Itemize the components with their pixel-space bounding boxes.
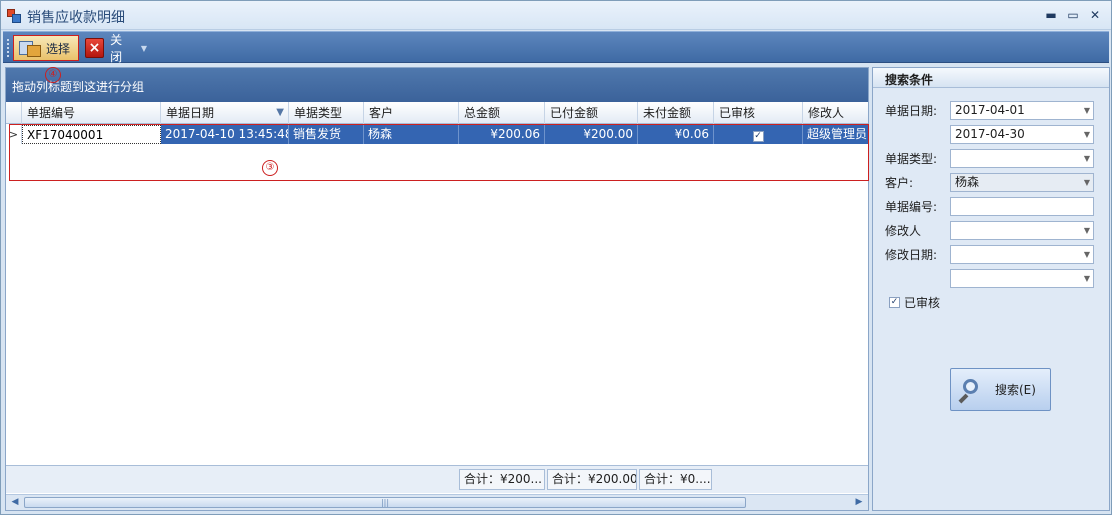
window: 销售应收款明细 ▬ ▭ ✕ 选择 × 关闭 ▼ 拖动列标题到这进行分组 单据编号… (0, 0, 1112, 515)
col-audited[interactable]: 已审核 (714, 102, 803, 124)
search-button-label: 搜索(E) (995, 383, 1036, 397)
modify-date-label: 修改日期: (885, 248, 938, 262)
chevron-down-icon[interactable]: ▼ (1084, 246, 1090, 263)
audited-filter[interactable]: ✓ 已审核 (889, 294, 940, 311)
select-button[interactable]: 选择 (13, 35, 79, 61)
col-bill-date-label: 单据日期 (166, 106, 215, 120)
horizontal-scrollbar[interactable]: ◀ ||| ▶ (6, 494, 868, 510)
col-unpaid[interactable]: 未付金额 (638, 102, 714, 124)
audited-filter-label: 已审核 (904, 296, 941, 310)
chevron-down-icon[interactable]: ▼ (1084, 270, 1090, 287)
search-button[interactable]: 搜索(E) (950, 368, 1051, 411)
annotation-marker-3: ③ (262, 160, 278, 176)
col-customer[interactable]: 客户 (364, 102, 459, 124)
app-icon (7, 9, 21, 23)
close-window-button[interactable]: ✕ (1085, 6, 1105, 24)
maximize-button[interactable]: ▭ (1063, 6, 1083, 24)
group-panel[interactable]: 拖动列标题到这进行分组 (6, 68, 868, 102)
bill-type-select[interactable]: ▼ (950, 149, 1094, 168)
select-icon (18, 38, 42, 58)
summary-paid: 合计：¥200.00 (547, 469, 637, 490)
toolbar: 选择 × 关闭 ▼ (3, 31, 1109, 64)
modify-date-from-field[interactable]: ▼ (950, 245, 1094, 264)
col-paid[interactable]: 已付金额 (545, 102, 638, 124)
bill-no-label: 单据编号: (885, 200, 938, 214)
date-from-value: 2017-04-01 (955, 103, 1025, 117)
summary-unpaid: 合计：¥0.... (639, 469, 712, 490)
chevron-down-icon[interactable]: ▼ (1084, 222, 1090, 239)
minimize-button[interactable]: ▬ (1041, 6, 1061, 24)
modifier-select[interactable]: ▼ (950, 221, 1094, 240)
bill-type-label: 单据类型: (885, 152, 938, 166)
search-panel-title: 搜索条件 (873, 68, 1109, 88)
date-to-field[interactable]: 2017-04-30 ▼ (950, 125, 1094, 144)
customer-value: 杨森 (955, 175, 980, 189)
summary-footer: 合计：¥200... 合计：¥200.00 合计：¥0.... (6, 465, 868, 493)
customer-label: 客户: (885, 176, 914, 190)
col-total[interactable]: 总金额 (459, 102, 545, 124)
col-bill-date[interactable]: 单据日期 ▼ (161, 102, 289, 124)
chevron-down-icon[interactable]: ▼ (1084, 126, 1090, 143)
bill-no-input[interactable] (950, 197, 1094, 216)
data-grid: 拖动列标题到这进行分组 单据编号 单据日期 ▼ 单据类型 客户 总金额 已付金额… (5, 67, 869, 511)
close-button[interactable]: × 关闭 ▼ (81, 33, 153, 64)
scroll-left-icon[interactable]: ◀ (8, 496, 22, 509)
col-bill-type[interactable]: 单据类型 (289, 102, 364, 124)
audited-filter-checkbox[interactable]: ✓ (889, 297, 900, 308)
chevron-down-icon[interactable]: ▼ (141, 44, 147, 53)
toolbar-grip[interactable] (7, 39, 9, 57)
annotation-marker-4: ④ (45, 67, 61, 83)
col-bill-no[interactable]: 单据编号 (22, 102, 161, 124)
window-title: 销售应收款明细 (27, 10, 125, 26)
close-button-label: 关闭 (110, 33, 123, 64)
scroll-thumb[interactable]: ||| (24, 497, 746, 508)
title-bar: 销售应收款明细 ▬ ▭ ✕ (1, 1, 1111, 30)
chevron-down-icon[interactable]: ▼ (1084, 174, 1090, 191)
date-from-field[interactable]: 2017-04-01 ▼ (950, 101, 1094, 120)
search-icon (957, 378, 979, 403)
modify-date-to-field[interactable]: ▼ (950, 269, 1094, 288)
customer-select[interactable]: 杨森 ▼ (950, 173, 1094, 192)
chevron-down-icon[interactable]: ▼ (1084, 150, 1090, 167)
close-icon: × (85, 38, 105, 58)
col-modifier[interactable]: 修改人 (803, 102, 868, 124)
summary-total: 合计：¥200... (459, 469, 545, 490)
select-button-label: 选择 (46, 41, 71, 56)
modifier-label: 修改人 (885, 224, 922, 238)
sort-desc-icon: ▼ (276, 107, 284, 118)
search-panel: 搜索条件 单据日期: 2017-04-01 ▼ 2017-04-30 ▼ 单据类… (872, 67, 1110, 511)
header-indicator (6, 102, 22, 124)
bill-date-label: 单据日期: (885, 104, 938, 118)
grid-header: 单据编号 单据日期 ▼ 单据类型 客户 总金额 已付金额 未付金额 已审核 修改… (6, 102, 868, 124)
annotation-box-3 (9, 124, 869, 181)
chevron-down-icon[interactable]: ▼ (1084, 102, 1090, 119)
scroll-right-icon[interactable]: ▶ (852, 496, 866, 509)
date-to-value: 2017-04-30 (955, 127, 1025, 141)
